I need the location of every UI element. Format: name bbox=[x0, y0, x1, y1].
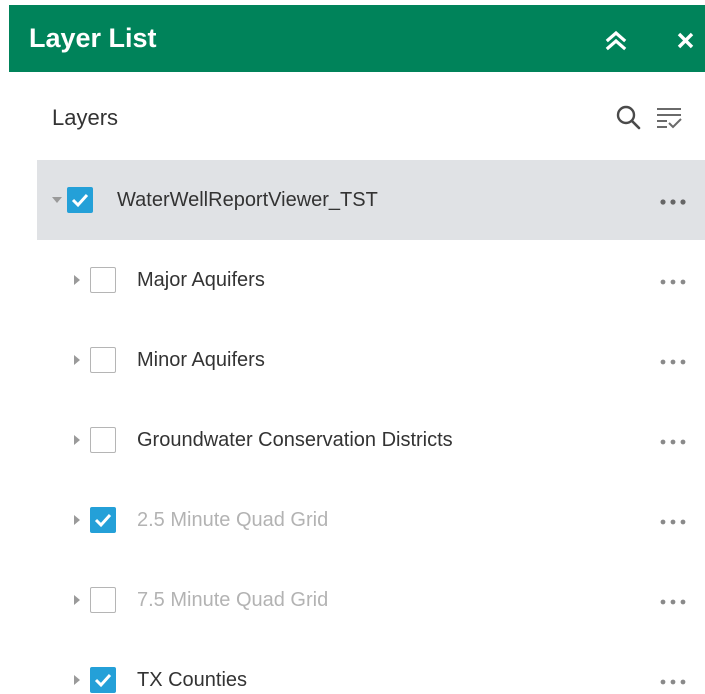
layer-list-panel: Layer List Layers WaterWellReportViewer_… bbox=[0, 0, 705, 694]
caret-right-icon[interactable] bbox=[70, 353, 84, 367]
more-dots-icon bbox=[660, 199, 686, 205]
layer-name: 7.5 Minute Quad Grid bbox=[137, 589, 329, 611]
layer-name: TX Counties bbox=[137, 669, 248, 691]
filter-options-button[interactable] bbox=[654, 102, 684, 132]
layer-options-button[interactable] bbox=[655, 514, 691, 530]
layer-name: Groundwater Conservation Districts bbox=[137, 429, 453, 451]
caret-right-icon[interactable] bbox=[70, 273, 84, 287]
checkmark-icon bbox=[71, 193, 89, 208]
layer-options-button[interactable] bbox=[655, 354, 691, 370]
layer-row-groundwater-conservation-districts[interactable]: Groundwater Conservation Districts bbox=[37, 400, 705, 480]
layer-name: WaterWellReportViewer_TST bbox=[117, 189, 378, 211]
layer-name: Major Aquifers bbox=[137, 269, 265, 291]
caret-down-icon[interactable] bbox=[50, 193, 64, 207]
layer-row-7-5-minute-quad-grid[interactable]: 7.5 Minute Quad Grid bbox=[37, 560, 705, 640]
more-dots-icon bbox=[660, 279, 686, 285]
panel-title: Layer List bbox=[29, 23, 157, 53]
layer-row-minor-aquifers[interactable]: Minor Aquifers bbox=[37, 320, 705, 400]
caret-right-icon[interactable] bbox=[70, 593, 84, 607]
layer-checkbox[interactable] bbox=[90, 347, 116, 373]
caret-right-icon[interactable] bbox=[70, 433, 84, 447]
more-dots-icon bbox=[660, 519, 686, 525]
more-dots-icon bbox=[660, 359, 686, 365]
more-dots-icon bbox=[660, 679, 686, 685]
double-chevron-up-icon bbox=[605, 30, 627, 51]
layer-name: 2.5 Minute Quad Grid bbox=[137, 509, 329, 531]
more-dots-icon bbox=[660, 599, 686, 605]
layer-checkbox[interactable] bbox=[67, 187, 93, 213]
layer-name: Minor Aquifers bbox=[137, 349, 265, 371]
layer-row-tx-counties[interactable]: TX Counties bbox=[37, 640, 705, 694]
panel-header: Layer List bbox=[9, 5, 705, 72]
caret-right-icon[interactable] bbox=[70, 513, 84, 527]
layer-options-button[interactable] bbox=[655, 434, 691, 450]
layer-checkbox[interactable] bbox=[90, 267, 116, 293]
close-button[interactable] bbox=[669, 23, 703, 57]
close-icon bbox=[677, 32, 694, 49]
layers-heading: Layers bbox=[52, 105, 119, 130]
layer-checkbox[interactable] bbox=[90, 587, 116, 613]
layer-options-button[interactable] bbox=[655, 194, 691, 210]
layer-options-button[interactable] bbox=[655, 274, 691, 290]
layer-options-button[interactable] bbox=[655, 674, 691, 690]
search-button[interactable] bbox=[614, 102, 644, 132]
layer-row-major-aquifers[interactable]: Major Aquifers bbox=[37, 240, 705, 320]
layer-checkbox[interactable] bbox=[90, 427, 116, 453]
checkmark-icon bbox=[94, 673, 112, 688]
caret-right-icon[interactable] bbox=[70, 673, 84, 687]
more-dots-icon bbox=[660, 439, 686, 445]
layer-options-button[interactable] bbox=[655, 594, 691, 610]
collapse-button[interactable] bbox=[599, 23, 633, 57]
checkmark-icon bbox=[94, 513, 112, 528]
layer-checkbox[interactable] bbox=[90, 507, 116, 533]
search-icon bbox=[616, 105, 641, 130]
filter-check-icon bbox=[657, 108, 682, 129]
layer-row-waterwell-report-viewer[interactable]: WaterWellReportViewer_TST bbox=[37, 160, 705, 240]
layer-row-2-5-minute-quad-grid[interactable]: 2.5 Minute Quad Grid bbox=[37, 480, 705, 560]
layer-checkbox[interactable] bbox=[90, 667, 116, 693]
